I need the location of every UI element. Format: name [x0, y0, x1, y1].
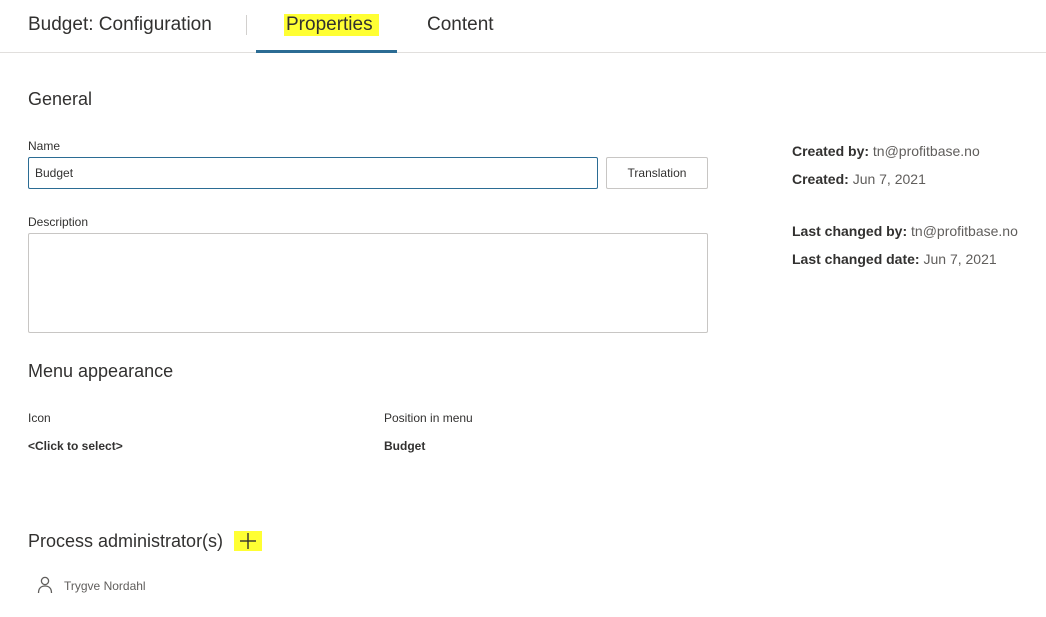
tab-content-label: Content [427, 14, 494, 35]
created-value: Jun 7, 2021 [852, 171, 926, 187]
last-changed-date-label: Last changed date: [792, 251, 920, 267]
created-by: Created by: tn@profitbase.no [792, 143, 980, 159]
app-title: Budget: Configuration [28, 14, 212, 35]
add-admin-button[interactable] [234, 531, 262, 551]
admin-name: Trygve Nordahl [64, 579, 146, 593]
menu-appearance-title: Menu appearance [28, 361, 174, 381]
plus-icon [240, 533, 256, 549]
name-label: Name [28, 139, 61, 153]
process-admins-title: Process administrator(s) [28, 531, 224, 551]
tab-properties-label: Properties [284, 14, 379, 36]
translation-button[interactable]: Translation [606, 157, 708, 189]
name-field[interactable] [28, 157, 598, 189]
last-changed-date-value: Jun 7, 2021 [923, 251, 997, 267]
created-by-value: tn@profitbase.no [872, 143, 980, 159]
position-label: Position in menu [384, 411, 473, 425]
general-section-title: General [28, 89, 93, 109]
icon-select[interactable]: <Click to select> [28, 439, 123, 453]
tab-properties[interactable]: Properties [256, 0, 397, 53]
created: Created: Jun 7, 2021 [792, 171, 926, 187]
tab-content[interactable]: Content [427, 0, 507, 52]
created-label: Created: [792, 171, 849, 187]
header: Budget: Configuration Properties Content [0, 0, 1046, 53]
last-changed-by: Last changed by: tn@profitbase.no [792, 223, 1018, 239]
last-changed-date: Last changed date: Jun 7, 2021 [792, 251, 997, 267]
header-divider [246, 15, 247, 35]
position-value: Budget [384, 439, 426, 453]
person-icon [37, 576, 53, 594]
description-label: Description [28, 215, 89, 229]
description-field[interactable] [28, 233, 708, 333]
last-changed-by-value: tn@profitbase.no [911, 223, 1018, 239]
created-by-label: Created by: [792, 143, 870, 159]
icon-label: Icon [28, 411, 51, 425]
last-changed-by-label: Last changed by: [792, 223, 908, 239]
